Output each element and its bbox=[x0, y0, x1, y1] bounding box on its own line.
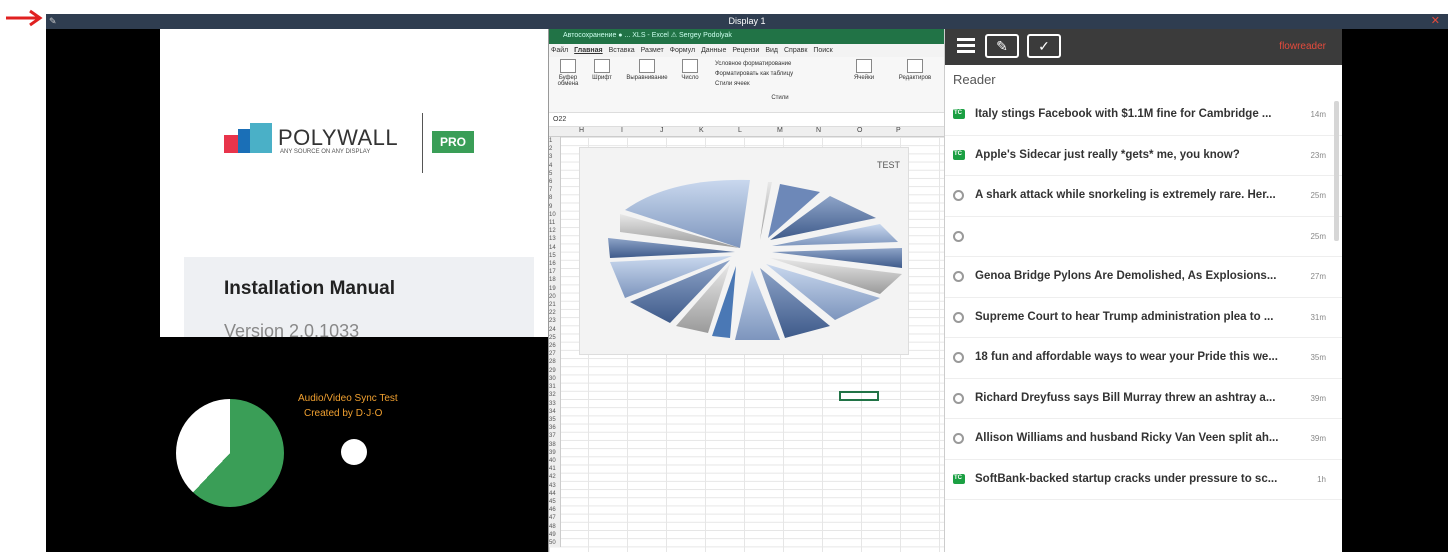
formula-bar[interactable]: O22 bbox=[549, 113, 944, 127]
article-time: 39m bbox=[1310, 393, 1326, 403]
reader-toolbar: ✎ ✓ flowreader bbox=[945, 29, 1342, 65]
article-title: Richard Dreyfuss says Bill Murray threw … bbox=[975, 391, 1276, 404]
menu-home[interactable]: Главная bbox=[574, 47, 602, 54]
red-arrow-icon bbox=[6, 9, 43, 27]
display-canvas: POLYWALL ANY SOURCE ON ANY DISPLAY PRO I… bbox=[46, 29, 1448, 552]
screen: ✎ Display 1 ✕ POLYWALL ANY SOURCE ON ANY… bbox=[0, 0, 1448, 552]
list-item[interactable]: Allison Williams and husband Ricky Van V… bbox=[945, 419, 1342, 460]
ribbon-styles[interactable]: Условное форматирование Форматировать как… bbox=[715, 59, 845, 103]
article-time: 1h bbox=[1317, 474, 1326, 484]
manual-version: Version 2.0.1033 bbox=[224, 321, 360, 337]
globe-icon bbox=[953, 311, 964, 323]
selected-cell[interactable] bbox=[839, 391, 879, 401]
manual-heading: Installation Manual bbox=[224, 278, 396, 299]
list-item[interactable]: 18 fun and affordable ways to wear your … bbox=[945, 338, 1342, 379]
article-title: A shark attack while snorkeling is extre… bbox=[975, 189, 1276, 201]
list-item[interactable]: Italy stings Facebook with $1.1M fine fo… bbox=[945, 95, 1342, 136]
polywall-manual: POLYWALL ANY SOURCE ON ANY DISPLAY PRO I… bbox=[160, 29, 550, 337]
list-item[interactable]: Richard Dreyfuss says Bill Murray threw … bbox=[945, 379, 1342, 419]
brand-name: POLYWALL bbox=[278, 125, 399, 150]
article-time: 39m bbox=[1310, 434, 1326, 443]
techcrunch-icon bbox=[953, 149, 965, 160]
menu-insert[interactable]: Вставка bbox=[609, 47, 635, 54]
globe-icon bbox=[953, 271, 964, 282]
reader-brand: flowreader bbox=[1279, 41, 1326, 52]
pie-chart-object[interactable]: TEST bbox=[579, 147, 909, 355]
techcrunch-icon bbox=[953, 473, 965, 484]
article-time: 23m bbox=[1310, 150, 1326, 160]
menu-layout[interactable]: Размет bbox=[641, 47, 664, 54]
list-item[interactable]: A shark attack while snorkeling is extre… bbox=[945, 176, 1342, 217]
globe-icon bbox=[953, 392, 964, 404]
globe-icon bbox=[953, 433, 964, 444]
article-title: Italy stings Facebook with $1.1M fine fo… bbox=[975, 108, 1272, 120]
excel-menu: Файл Главная Вставка Размет Формул Данны… bbox=[549, 44, 944, 57]
excel-ribbon: Буфер обмена Шрифт Выравнивание Число Ус… bbox=[549, 57, 944, 113]
column-headers: HIJKLMNOP bbox=[549, 127, 944, 137]
excel-window: Автосохранение ● ... XLS - Excel ⚠ Serge… bbox=[548, 29, 944, 552]
article-time: 25m bbox=[1310, 231, 1326, 241]
ribbon-clipboard[interactable]: Буфер обмена bbox=[553, 59, 583, 87]
list-item[interactable]: SoftBank-backed startup cracks under pre… bbox=[945, 460, 1342, 500]
exploded-pie-3d bbox=[608, 179, 902, 340]
logo-mark bbox=[250, 123, 272, 153]
hamburger-menu-icon[interactable] bbox=[957, 38, 975, 54]
list-item[interactable]: Supreme Court to hear Trump administrati… bbox=[945, 298, 1342, 338]
reader-app: ✎ ✓ flowreader Reader Italy stings Faceb… bbox=[944, 29, 1342, 552]
menu-help[interactable]: Справк bbox=[784, 47, 807, 54]
ribbon-editing[interactable]: Редактиров bbox=[893, 59, 937, 81]
av-sync-test: Audio/Video Sync Test Created by D·J·O bbox=[156, 337, 548, 552]
window-title: Display 1 bbox=[728, 16, 766, 26]
menu-file[interactable]: Файл bbox=[551, 47, 568, 54]
article-title: Genoa Bridge Pylons Are Demolished, As E… bbox=[975, 270, 1277, 282]
list-item[interactable]: Genoa Bridge Pylons Are Demolished, As E… bbox=[945, 257, 1342, 298]
article-title: Supreme Court to hear Trump administrati… bbox=[975, 310, 1274, 323]
name-box[interactable]: O22 bbox=[553, 116, 566, 123]
techcrunch-icon bbox=[953, 109, 965, 119]
sync-dot bbox=[341, 439, 367, 465]
excel-titlebar: Автосохранение ● ... XLS - Excel ⚠ Serge… bbox=[549, 29, 944, 44]
chart-title: TEST bbox=[876, 160, 900, 170]
close-icon[interactable]: ✕ bbox=[1431, 14, 1440, 29]
list-item[interactable]: 25m bbox=[945, 217, 1342, 257]
ribbon-cells[interactable]: Ячейки bbox=[849, 59, 879, 81]
brand-tagline: ANY SOURCE ON ANY DISPLAY bbox=[280, 149, 371, 155]
ribbon-alignment[interactable]: Выравнивание bbox=[621, 59, 673, 81]
article-title: SoftBank-backed startup cracks under pre… bbox=[975, 472, 1278, 485]
av-title: Audio/Video Sync Test bbox=[298, 393, 398, 404]
edit-icon[interactable]: ✎ bbox=[985, 34, 1019, 58]
reader-header: Reader bbox=[953, 72, 996, 87]
menu-formulas[interactable]: Формул bbox=[670, 47, 695, 54]
window-titlebar: ✎ Display 1 ✕ bbox=[46, 14, 1448, 29]
divider bbox=[422, 113, 423, 173]
article-time: 31m bbox=[1310, 312, 1326, 322]
pro-badge: PRO bbox=[432, 131, 474, 153]
article-title: Allison Williams and husband Ricky Van V… bbox=[975, 432, 1279, 444]
scrollbar[interactable] bbox=[1334, 101, 1339, 241]
av-credit: Created by D·J·O bbox=[304, 408, 383, 419]
menu-review[interactable]: Рецензи bbox=[732, 47, 759, 54]
menu-view[interactable]: Вид bbox=[765, 47, 778, 54]
article-title: Apple's Sidecar just really *gets* me, y… bbox=[975, 148, 1240, 161]
globe-icon bbox=[953, 352, 964, 363]
article-time: 35m bbox=[1310, 353, 1326, 362]
article-list: Italy stings Facebook with $1.1M fine fo… bbox=[945, 95, 1342, 500]
article-title: 18 fun and affordable ways to wear your … bbox=[975, 351, 1278, 363]
article-time: 14m bbox=[1310, 110, 1326, 119]
row-headers: 1 2 3 4 5 6 7 8 9 10 11 12 13 14 15 16 17 18 19 20 21 22 23 24 2… bbox=[549, 137, 561, 548]
menu-search[interactable]: Поиск bbox=[813, 47, 832, 54]
checkmark-icon[interactable]: ✓ bbox=[1027, 34, 1061, 58]
article-time: 27m bbox=[1310, 272, 1326, 281]
menu-data[interactable]: Данные bbox=[701, 47, 726, 54]
sync-pie bbox=[176, 399, 284, 507]
list-item[interactable]: Apple's Sidecar just really *gets* me, y… bbox=[945, 136, 1342, 176]
ribbon-font[interactable]: Шрифт bbox=[589, 59, 615, 81]
article-time: 25m bbox=[1310, 191, 1326, 200]
globe-icon bbox=[953, 230, 964, 242]
pencil-icon[interactable]: ✎ bbox=[49, 14, 57, 29]
ribbon-number[interactable]: Число bbox=[677, 59, 703, 81]
globe-icon bbox=[953, 190, 964, 201]
